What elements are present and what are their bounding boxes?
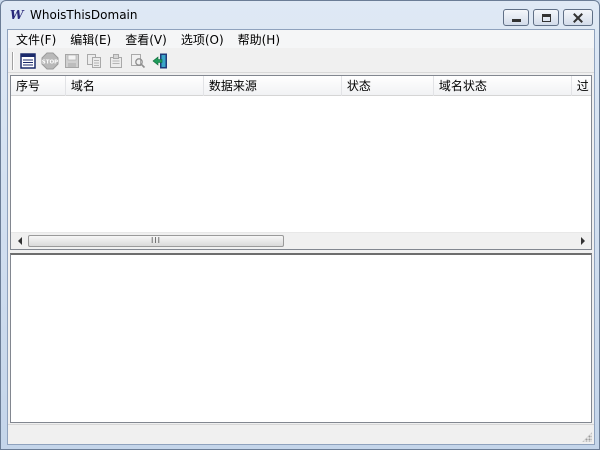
exit-icon (152, 53, 167, 68)
close-button[interactable] (563, 9, 593, 26)
toolbar-stop-button[interactable]: STOP (40, 51, 60, 71)
copy-icon (87, 53, 101, 68)
window-title: WhoisThisDomain (30, 8, 138, 22)
scroll-thumb-grip: III (150, 236, 162, 245)
properties-icon (110, 53, 122, 68)
scroll-right-button[interactable] (574, 233, 591, 249)
find-icon (131, 53, 146, 68)
main-window: W WhoisThisDomain 文件(F) 编辑(E) 查看(V) 选项(O… (0, 0, 600, 450)
window-controls (503, 9, 593, 26)
maximize-icon (541, 13, 551, 22)
arrow-left-icon (17, 237, 22, 245)
menu-edit[interactable]: 编辑(E) (66, 31, 115, 48)
close-icon (573, 13, 583, 23)
toolbar-find-button[interactable] (128, 51, 148, 71)
stop-icon-text: STOP (42, 59, 58, 65)
domain-list-view[interactable]: 序号 域名 数据来源 状态 域名状态 过 III (10, 75, 592, 250)
status-bar (8, 424, 594, 444)
menu-help[interactable]: 帮助(H) (234, 31, 284, 48)
stop-icon: STOP (41, 52, 59, 69)
toolbar-grip[interactable] (12, 51, 14, 70)
whois-detail-pane[interactable] (10, 253, 592, 423)
column-header-status[interactable]: 状态 (342, 76, 434, 96)
scroll-left-button[interactable] (11, 233, 28, 249)
menu-options[interactable]: 选项(O) (177, 31, 228, 48)
toolbar-properties-button[interactable] (106, 51, 126, 71)
column-header-domain[interactable]: 域名 (66, 76, 204, 96)
menu-file[interactable]: 文件(F) (12, 31, 60, 48)
horizontal-scrollbar[interactable]: III (11, 232, 591, 249)
menu-bar: 文件(F) 编辑(E) 查看(V) 选项(O) 帮助(H) (8, 30, 594, 48)
list-icon (20, 52, 36, 69)
toolbar-exit-button[interactable] (150, 51, 170, 71)
column-header-expiry[interactable]: 过 (572, 76, 591, 96)
save-icon (65, 53, 79, 68)
list-header: 序号 域名 数据来源 状态 域名状态 过 (11, 76, 591, 96)
maximize-button[interactable] (533, 9, 559, 26)
client-area: 文件(F) 编辑(E) 查看(V) 选项(O) 帮助(H) STOP 序号 域名… (7, 29, 595, 445)
minimize-icon (511, 18, 521, 22)
column-header-source[interactable]: 数据来源 (204, 76, 342, 96)
column-header-domain-status[interactable]: 域名状态 (434, 76, 572, 96)
title-bar[interactable]: W WhoisThisDomain (1, 1, 599, 29)
resize-grip[interactable] (582, 432, 592, 442)
toolbar-copy-button[interactable] (84, 51, 104, 71)
scroll-thumb[interactable]: III (28, 235, 284, 247)
app-logo-icon: W (10, 8, 23, 22)
menu-view[interactable]: 查看(V) (121, 31, 171, 48)
column-header-index[interactable]: 序号 (11, 76, 66, 96)
toolbar-list-button[interactable] (18, 51, 38, 71)
arrow-right-icon (580, 237, 585, 245)
minimize-button[interactable] (503, 9, 529, 26)
toolbar: STOP (8, 49, 594, 73)
toolbar-save-button[interactable] (62, 51, 82, 71)
